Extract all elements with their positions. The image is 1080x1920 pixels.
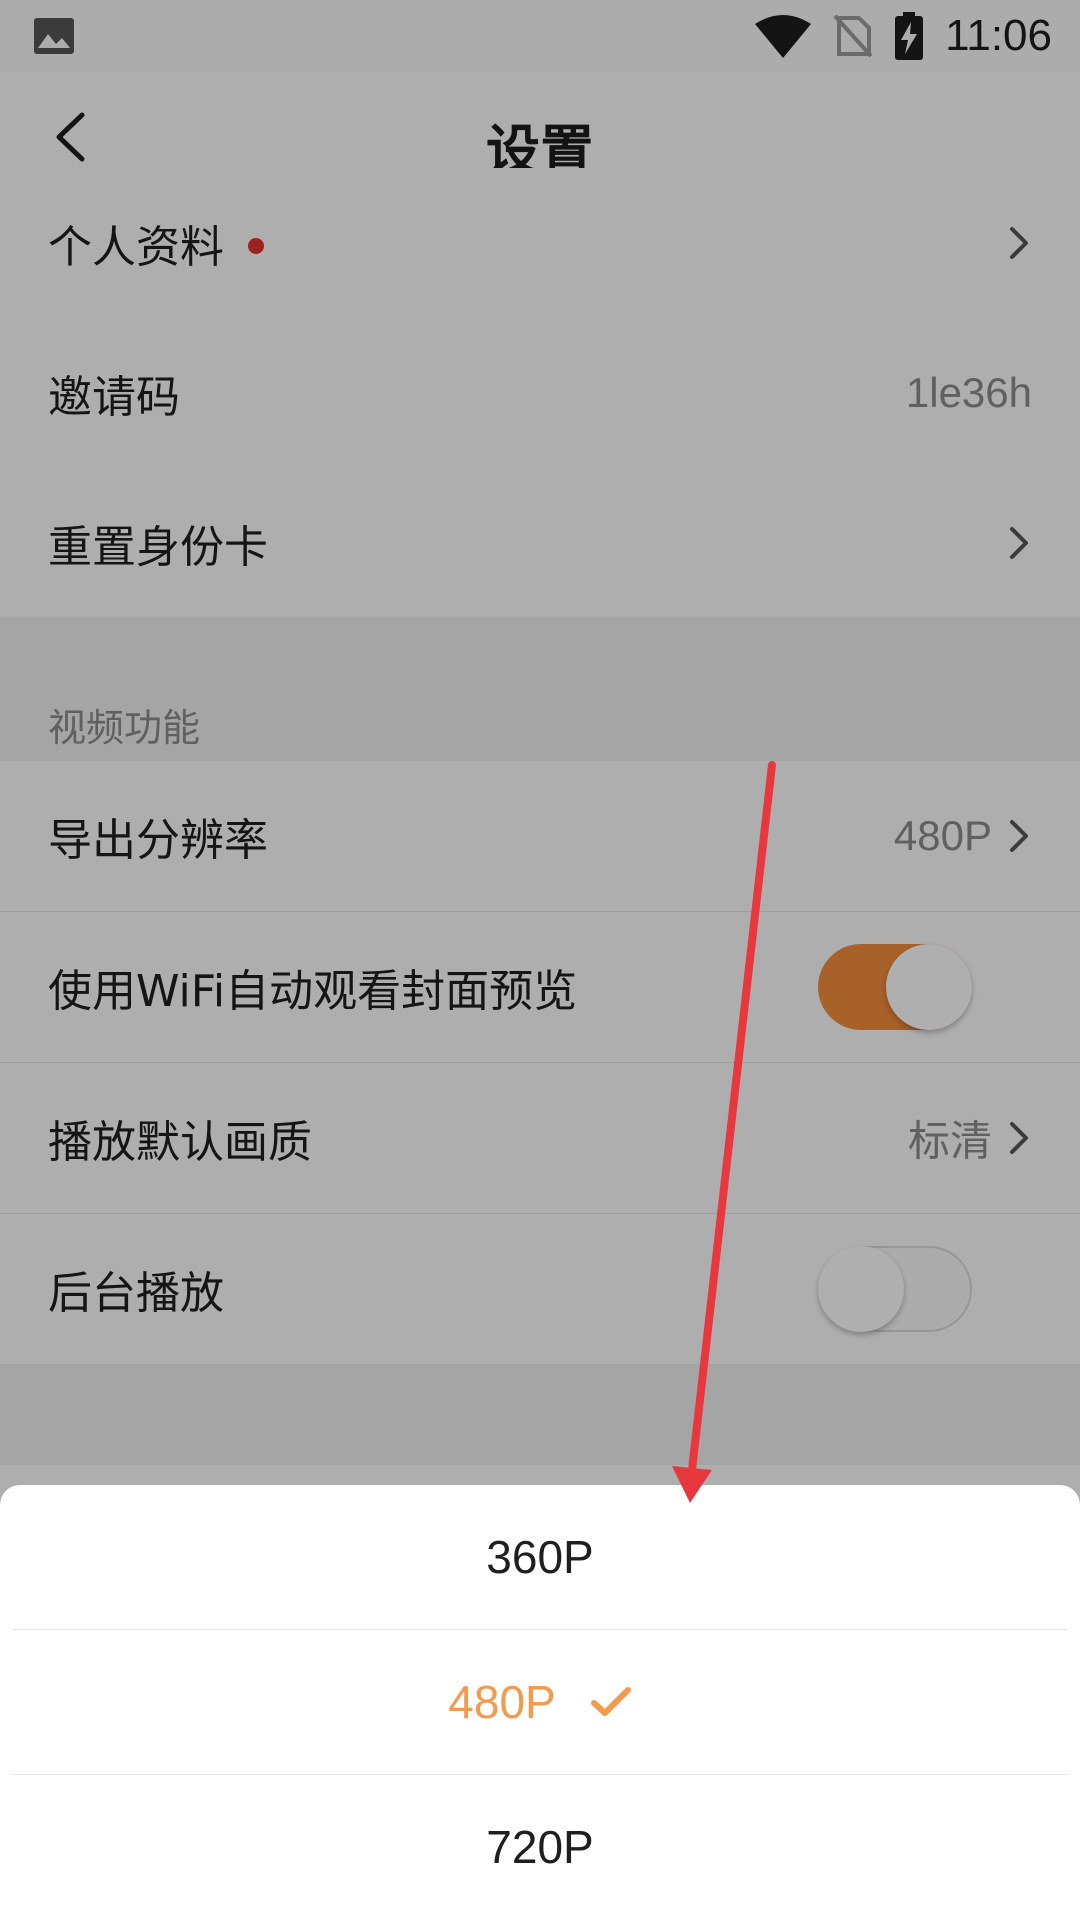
option-label: 360P xyxy=(486,1531,594,1583)
option-720p[interactable]: 720P xyxy=(0,1775,1080,1919)
option-label: 720P xyxy=(486,1821,594,1873)
option-480p[interactable]: 480P xyxy=(0,1630,1080,1774)
option-label: 480P xyxy=(448,1676,556,1728)
checkmark-icon xyxy=(590,1687,631,1716)
resolution-bottom-sheet: 360P 480P 720P xyxy=(0,1485,1080,1920)
option-360p[interactable]: 360P xyxy=(0,1485,1080,1629)
